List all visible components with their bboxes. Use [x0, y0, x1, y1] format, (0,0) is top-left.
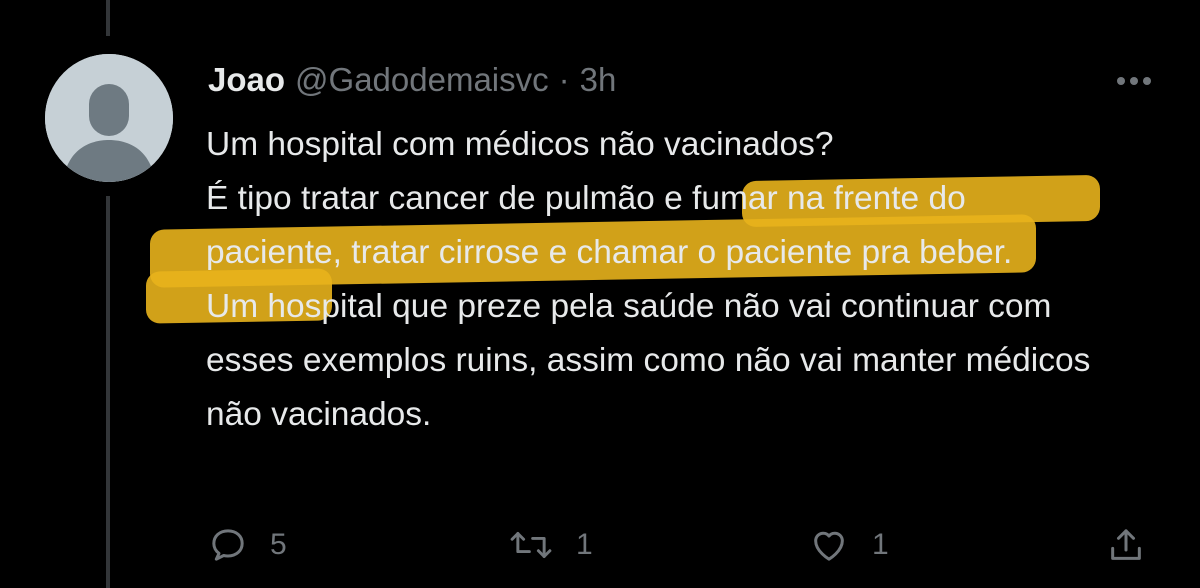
tweet-text: Um hospital com médicos não vacinados? É… — [206, 118, 1156, 442]
tweet-actions: 5 1 1 — [0, 520, 1200, 570]
thread-connector-top — [106, 0, 110, 36]
retweet-count: 1 — [576, 528, 593, 561]
dot-separator: · — [558, 61, 570, 98]
tweet-line: Um hospital com médicos não vacinados? — [206, 126, 834, 163]
author-name[interactable]: Joao — [208, 61, 285, 99]
reply-button[interactable]: 5 — [208, 520, 287, 570]
tweet-header: Joao @Gadodemaisvc · 3h — [208, 58, 616, 102]
share-button[interactable] — [1106, 520, 1146, 570]
retweet-button[interactable]: 1 — [508, 520, 593, 570]
heart-icon — [814, 531, 844, 561]
retweet-icon — [510, 532, 552, 558]
share-icon — [1111, 529, 1141, 560]
tweet-line: Um hospital que preze pela saúde não vai… — [206, 288, 1091, 433]
default-avatar-icon — [45, 54, 173, 182]
author-handle[interactable]: @Gadodemaisvc — [295, 61, 549, 99]
like-count: 1 — [872, 528, 889, 561]
like-button[interactable]: 1 — [808, 520, 889, 570]
tweet-line: É tipo tratar cancer de pulmão e fumar n… — [206, 180, 1013, 271]
more-options-icon[interactable] — [1114, 68, 1154, 94]
avatar[interactable] — [45, 54, 173, 182]
reply-count: 5 — [270, 528, 287, 561]
reply-bubble-icon — [212, 529, 244, 561]
timestamp[interactable]: 3h — [580, 61, 617, 99]
tweet-screen: Joao @Gadodemaisvc · 3h Um hospital com … — [0, 0, 1200, 588]
